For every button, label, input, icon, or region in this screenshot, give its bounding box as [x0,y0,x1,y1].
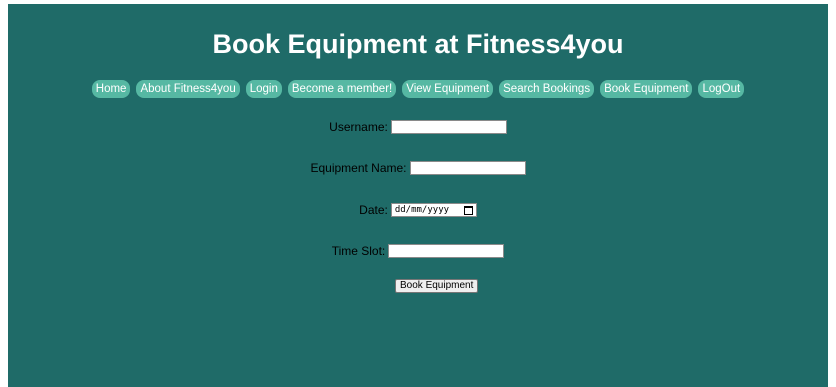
page-title: Book Equipment at Fitness4you [212,29,624,59]
nav-about[interactable]: About Fitness4you [136,80,240,98]
calendar-icon[interactable] [463,205,473,215]
date-placeholder: dd/mm/yyyy [394,205,450,215]
username-input[interactable] [390,120,507,134]
equipment-name-label: Equipment Name: [310,161,407,175]
time-slot-label: Time Slot: [331,244,386,258]
nav-home[interactable]: Home [91,80,131,98]
username-row: Username: [8,120,828,134]
nav-search-bookings[interactable]: Search Bookings [499,80,595,98]
nav-login[interactable]: Login [245,80,282,98]
timeslot-row: Time Slot: [8,244,828,258]
date-label: Date: [359,203,388,217]
equipment-row: Equipment Name: [8,161,828,175]
date-input[interactable]: dd/mm/yyyy [390,203,477,217]
date-row: Date: dd/mm/yyyy [8,203,828,217]
time-slot-input[interactable] [388,244,505,258]
equipment-name-input[interactable] [409,161,526,175]
nav-logout[interactable]: LogOut [698,80,745,98]
nav-view-equipment[interactable]: View Equipment [402,80,494,98]
page-background: Book Equipment at Fitness4you Home About… [8,4,828,387]
username-label: Username: [329,120,388,134]
nav-become-member[interactable]: Become a member! [287,80,397,98]
nav-book-equipment[interactable]: Book Equipment [600,80,693,98]
main-nav: Home About Fitness4you Login Become a me… [8,80,828,98]
book-equipment-button[interactable]: Book Equipment [395,279,479,293]
